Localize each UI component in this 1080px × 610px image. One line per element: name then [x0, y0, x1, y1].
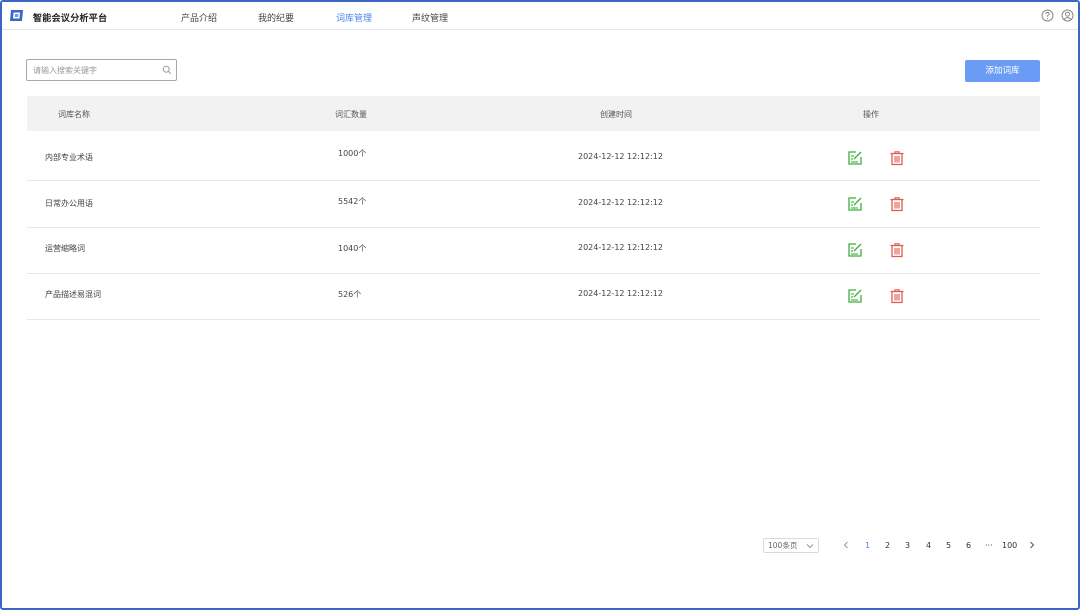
lexicon-created-time: 2024-12-12 12:12:12	[578, 152, 663, 161]
search-input[interactable]	[33, 63, 158, 77]
edit-icon[interactable]	[847, 196, 863, 212]
lexicon-count: 526个	[338, 290, 362, 299]
nav-item-voiceprint-management[interactable]: 声纹管理	[412, 11, 448, 24]
lexicon-name: 日常办公用语	[45, 199, 93, 208]
next-page-icon[interactable]	[1027, 540, 1037, 550]
edit-icon[interactable]	[847, 242, 863, 258]
app-window: 智能会议分析平台 产品介绍 我的纪要 词库管理 声纹管理 添加词库 词库名称 词…	[0, 0, 1080, 610]
table-row: 运营缩略词 1040个 2024-12-12 12:12:12	[27, 228, 1040, 274]
page-number-4[interactable]: 4	[926, 541, 931, 550]
page-number-3[interactable]: 3	[905, 541, 910, 550]
page-number-last[interactable]: 100	[1002, 541, 1017, 550]
lexicon-created-time: 2024-12-12 12:12:12	[578, 289, 663, 298]
page-ellipsis[interactable]: ···	[985, 541, 993, 550]
lexicon-name: 产品描述易混词	[45, 290, 101, 299]
edit-icon[interactable]	[847, 150, 863, 166]
column-header-count: 词汇数量	[335, 110, 367, 119]
table-row: 产品描述易混词 526个 2024-12-12 12:12:12	[27, 274, 1040, 320]
delete-icon[interactable]	[889, 150, 905, 166]
user-icon[interactable]	[1061, 9, 1074, 22]
column-header-actions: 操作	[863, 110, 879, 119]
delete-icon[interactable]	[889, 196, 905, 212]
nav-item-lexicon-management[interactable]: 词库管理	[336, 11, 372, 24]
page-number-5[interactable]: 5	[946, 541, 951, 550]
table-row: 日常办公用语 5542个 2024-12-12 12:12:12	[27, 182, 1040, 228]
page-number-6[interactable]: 6	[966, 541, 971, 550]
lexicon-count: 1040个	[338, 244, 367, 253]
lexicon-created-time: 2024-12-12 12:12:12	[578, 243, 663, 252]
search-icon[interactable]	[162, 65, 172, 75]
app-title: 智能会议分析平台	[33, 14, 108, 24]
lexicon-count: 5542个	[338, 197, 367, 206]
add-lexicon-button[interactable]: 添加词库	[965, 60, 1040, 82]
page-number-1[interactable]: 1	[865, 541, 870, 550]
chevron-down-icon	[806, 544, 814, 549]
edit-icon[interactable]	[847, 288, 863, 304]
table-row: 内部专业术语 1000个 2024-12-12 12:12:12	[27, 135, 1040, 181]
previous-page-icon[interactable]	[841, 540, 851, 550]
column-header-name: 词库名称	[58, 110, 90, 119]
search-box	[26, 59, 177, 81]
lexicon-name: 运营缩略词	[45, 244, 85, 253]
lexicon-created-time: 2024-12-12 12:12:12	[578, 198, 663, 207]
lexicon-name: 内部专业术语	[45, 153, 93, 162]
page-size-select[interactable]: 100条页	[763, 538, 819, 553]
top-navigation-bar: 智能会议分析平台 产品介绍 我的纪要 词库管理 声纹管理	[2, 2, 1078, 30]
delete-icon[interactable]	[889, 242, 905, 258]
app-logo-icon	[10, 10, 23, 21]
table-header: 词库名称 词汇数量 创建时间 操作	[27, 96, 1040, 131]
nav-item-product-intro[interactable]: 产品介绍	[181, 11, 217, 24]
page-size-value: 100条页	[768, 541, 798, 550]
delete-icon[interactable]	[889, 288, 905, 304]
lexicon-count: 1000个	[338, 149, 367, 158]
help-icon[interactable]	[1041, 9, 1054, 22]
column-header-created: 创建时间	[600, 110, 632, 119]
nav-item-my-minutes[interactable]: 我的纪要	[258, 11, 294, 24]
page-number-2[interactable]: 2	[885, 541, 890, 550]
